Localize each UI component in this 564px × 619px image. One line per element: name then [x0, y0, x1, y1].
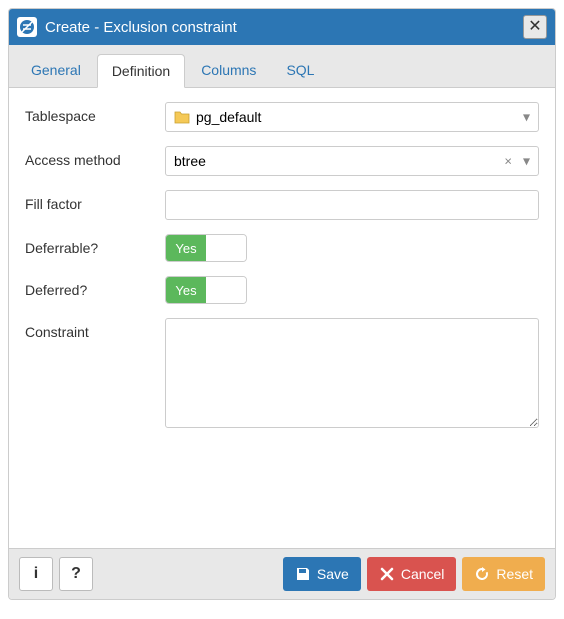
dialog-title: Create - Exclusion constraint: [45, 19, 523, 36]
save-icon: [295, 566, 311, 582]
reset-icon: [474, 566, 490, 582]
close-icon: ✕: [528, 19, 541, 35]
row-deferred: Deferred? Yes: [25, 276, 539, 304]
select-access-method[interactable]: btree × ▾: [165, 146, 539, 176]
row-deferrable: Deferrable? Yes: [25, 234, 539, 262]
label-tablespace: Tablespace: [25, 102, 165, 124]
titlebar: Create - Exclusion constraint ✕: [9, 9, 555, 45]
tab-definition[interactable]: Definition: [97, 54, 185, 88]
row-tablespace: Tablespace pg_default ▾: [25, 102, 539, 132]
tab-content-definition: Tablespace pg_default ▾ Access method bt…: [9, 88, 555, 548]
input-fill-factor[interactable]: [165, 190, 539, 220]
row-constraint: Constraint: [25, 318, 539, 431]
chevron-down-icon: ▾: [523, 153, 530, 170]
toggle-deferrable-on: Yes: [166, 235, 206, 261]
row-fill-factor: Fill factor: [25, 190, 539, 220]
help-button[interactable]: ?: [59, 557, 93, 591]
row-access-method: Access method btree × ▾: [25, 146, 539, 176]
label-deferred: Deferred?: [25, 276, 165, 298]
dialog-footer: i ? Save Cancel Reset: [9, 548, 555, 599]
tab-general[interactable]: General: [17, 54, 95, 88]
select-access-method-value: btree: [174, 153, 206, 169]
question-icon: ?: [71, 565, 81, 583]
label-constraint: Constraint: [25, 318, 165, 340]
select-tablespace[interactable]: pg_default ▾: [165, 102, 539, 132]
clear-icon[interactable]: ×: [504, 154, 512, 169]
cancel-button-label: Cancel: [401, 566, 445, 582]
select-tablespace-value: pg_default: [196, 109, 261, 125]
toggle-deferrable-off: [206, 235, 246, 261]
exclusion-constraint-icon: [17, 17, 37, 37]
folder-icon: [174, 110, 190, 124]
label-deferrable: Deferrable?: [25, 234, 165, 256]
textarea-constraint[interactable]: [165, 318, 539, 428]
reset-button-label: Reset: [496, 566, 533, 582]
save-button-label: Save: [317, 566, 349, 582]
info-icon: i: [34, 565, 38, 583]
label-access-method: Access method: [25, 146, 165, 168]
toggle-deferrable[interactable]: Yes: [165, 234, 247, 262]
toggle-deferred-on: Yes: [166, 277, 206, 303]
reset-button[interactable]: Reset: [462, 557, 545, 591]
toggle-deferred[interactable]: Yes: [165, 276, 247, 304]
tab-bar: General Definition Columns SQL: [9, 45, 555, 88]
cancel-button[interactable]: Cancel: [367, 557, 457, 591]
label-fill-factor: Fill factor: [25, 190, 165, 212]
dialog-create-exclusion-constraint: Create - Exclusion constraint ✕ General …: [8, 8, 556, 600]
close-button[interactable]: ✕: [523, 15, 547, 39]
info-button[interactable]: i: [19, 557, 53, 591]
cancel-icon: [379, 566, 395, 582]
tab-columns[interactable]: Columns: [187, 54, 270, 88]
tab-sql[interactable]: SQL: [272, 54, 328, 88]
save-button[interactable]: Save: [283, 557, 361, 591]
chevron-down-icon: ▾: [523, 109, 530, 126]
toggle-deferred-off: [206, 277, 246, 303]
